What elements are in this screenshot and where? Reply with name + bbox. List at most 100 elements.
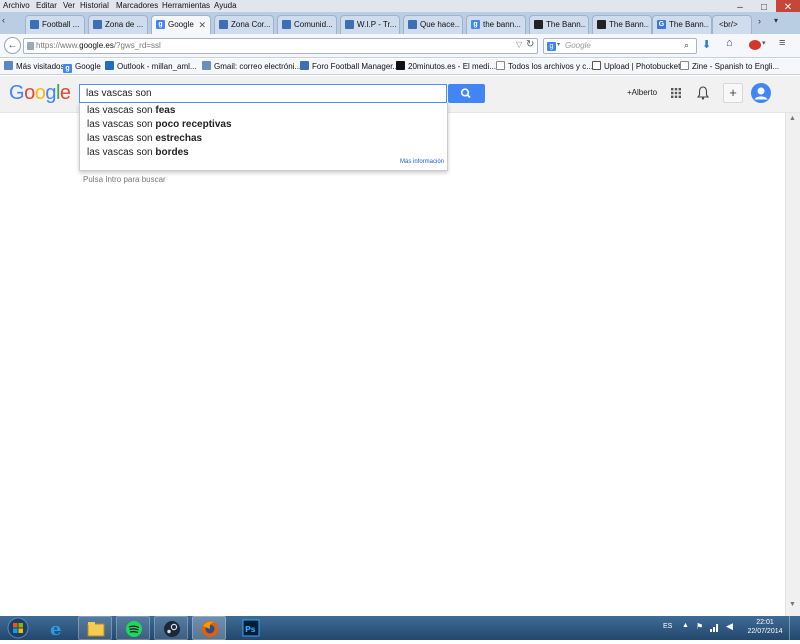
reload-icon[interactable]: ↻ bbox=[526, 39, 534, 50]
share-plus-icon[interactable]: + bbox=[723, 83, 743, 103]
menu-marcadores[interactable]: Marcadores bbox=[116, 0, 158, 12]
suggestion-item[interactable]: las vascas son bordes bbox=[87, 146, 189, 160]
photoshop-icon[interactable]: Ps bbox=[234, 616, 268, 640]
tab-the-bann-3[interactable]: The Bann... bbox=[592, 15, 652, 34]
apps-grid-icon[interactable] bbox=[671, 88, 681, 101]
tab-the-bann-2[interactable]: The Bann... bbox=[529, 15, 589, 34]
bookmark-label: Google bbox=[75, 62, 101, 71]
avatar[interactable] bbox=[751, 83, 771, 103]
search-engine-chevron-down-icon[interactable]: ▾ bbox=[557, 41, 560, 48]
suggestion-item[interactable]: las vascas son poco receptivas bbox=[87, 118, 232, 132]
bookmark-20minutos[interactable]: 20minutos.es - El medi... bbox=[396, 59, 496, 74]
tab-br[interactable]: <br/> bbox=[712, 15, 752, 34]
bookmark-mas-visitados[interactable]: Más visitados bbox=[4, 59, 64, 74]
network-signal-icon[interactable] bbox=[710, 622, 720, 635]
search-placeholder: Google bbox=[565, 41, 591, 50]
google-favicon-icon: g bbox=[156, 20, 165, 29]
internet-explorer-icon[interactable]: e bbox=[40, 616, 74, 640]
notifications-bell-icon[interactable] bbox=[696, 86, 710, 103]
back-arrow-icon[interactable]: ← bbox=[4, 37, 21, 54]
vertical-scrollbar[interactable]: ▲ ▼ bbox=[785, 113, 800, 616]
bookmark-todos-archivos[interactable]: Todos los archivos y c... bbox=[496, 59, 593, 74]
menu-archivo[interactable]: Archivo bbox=[3, 0, 30, 12]
tab-que-hace[interactable]: Que hace... bbox=[403, 15, 463, 34]
bookmarks-bar: Más visitados g Google Outlook - millan_a… bbox=[0, 59, 800, 75]
suggestion-completion: estrechas bbox=[155, 133, 203, 144]
bookmark-folder-icon bbox=[4, 61, 13, 70]
bookmark-gmail[interactable]: Gmail: correo electróni... bbox=[202, 59, 301, 74]
start-button[interactable] bbox=[4, 616, 32, 640]
tab-title: Que hace... bbox=[420, 20, 460, 29]
menu-herramientas[interactable]: Herramientas bbox=[162, 0, 210, 12]
tab-comunidad[interactable]: Comunid... bbox=[277, 15, 337, 34]
steam-icon[interactable] bbox=[154, 616, 188, 640]
bookmark-zine[interactable]: Zine - Spanish to Engli... bbox=[680, 59, 779, 74]
tab-list-chevron-down-icon[interactable]: ▾ bbox=[774, 16, 778, 25]
20minutos-icon bbox=[396, 61, 405, 70]
tab-google[interactable]: g Google ✕ bbox=[151, 15, 211, 35]
tab-title: W.I.P - Tr... bbox=[357, 20, 397, 29]
tab-football[interactable]: Football ... bbox=[25, 15, 85, 34]
tab-zona-cor[interactable]: Zona Cor... bbox=[214, 15, 274, 34]
url-dropdown-chevron-down-icon[interactable]: ▽ bbox=[516, 40, 522, 49]
tab-favicon-icon bbox=[93, 20, 102, 29]
google-favicon-icon: g bbox=[471, 20, 480, 29]
addon-icon[interactable] bbox=[749, 40, 761, 50]
suggestion-completion: bordes bbox=[155, 147, 189, 158]
menu-ver[interactable]: Ver bbox=[63, 0, 75, 12]
show-hidden-icons-chevron-up-icon[interactable]: ▲ bbox=[682, 622, 689, 629]
browser-search-bar[interactable]: g ▾ Google ⌕ bbox=[543, 38, 697, 54]
bookmark-foro-football[interactable]: Foro Football Manager... bbox=[300, 59, 399, 74]
download-icon[interactable]: ⬇ bbox=[702, 38, 711, 51]
tab-close-icon[interactable]: ✕ bbox=[198, 16, 206, 34]
search-icon[interactable]: ⌕ bbox=[684, 40, 689, 51]
user-profile-link[interactable]: +Alberto bbox=[627, 88, 657, 97]
show-desktop-button[interactable] bbox=[789, 616, 800, 640]
google-search-button[interactable] bbox=[448, 84, 485, 103]
tab-favicon-icon bbox=[282, 20, 291, 29]
search-engine-icon[interactable]: g bbox=[547, 42, 556, 51]
action-center-flag-icon[interactable]: ⚑ bbox=[696, 622, 703, 631]
google-logo-letter: o bbox=[24, 82, 35, 104]
menu-ayuda[interactable]: Ayuda bbox=[214, 0, 237, 12]
google-logo[interactable]: Google bbox=[9, 82, 71, 105]
spotify-icon[interactable] bbox=[116, 616, 150, 640]
bookmark-label: Upload | Photobucket bbox=[604, 62, 681, 71]
bookmark-photobucket[interactable]: Upload | Photobucket bbox=[592, 59, 680, 74]
google-search-input[interactable]: las vascas son bbox=[79, 84, 447, 103]
addon-chevron-down-icon[interactable]: ▾ bbox=[762, 39, 766, 47]
tab-title: The Bann... bbox=[609, 20, 649, 29]
home-icon[interactable]: ⌂ bbox=[726, 37, 733, 49]
scroll-up-icon[interactable]: ▲ bbox=[789, 115, 796, 122]
bookmark-label: 20minutos.es - El medi... bbox=[408, 62, 497, 71]
site-identity-icon[interactable] bbox=[27, 42, 34, 50]
suggestion-item[interactable]: las vascas son estrechas bbox=[87, 132, 202, 146]
url-domain: google.es bbox=[79, 41, 114, 50]
svg-text:Ps: Ps bbox=[245, 625, 256, 634]
menu-hamburger-icon[interactable]: ≡ bbox=[779, 37, 785, 49]
tab-the-bann-1[interactable]: g the bann... bbox=[466, 15, 526, 34]
firefox-icon[interactable] bbox=[192, 616, 226, 640]
tab-scroll-right-icon[interactable]: › bbox=[758, 16, 761, 26]
url-bar[interactable]: https://www.google.es/?gws_rd=ssl ▽ ↻ bbox=[23, 38, 538, 54]
tab-the-bann-4[interactable]: G The Bann... bbox=[652, 15, 712, 34]
menu-historial[interactable]: Historial bbox=[80, 0, 109, 12]
language-indicator[interactable]: ES bbox=[663, 623, 672, 630]
scroll-down-icon[interactable]: ▼ bbox=[789, 601, 796, 608]
file-explorer-icon[interactable] bbox=[78, 616, 112, 640]
bookmark-google[interactable]: g Google bbox=[63, 59, 101, 74]
tab-favicon-icon: G bbox=[657, 20, 666, 29]
taskbar-clock[interactable]: 22:01 22/07/2014 bbox=[744, 618, 786, 636]
tab-wip[interactable]: W.I.P - Tr... bbox=[340, 15, 400, 34]
more-info-link[interactable]: Más información bbox=[400, 159, 444, 165]
tab-title: Football ... bbox=[42, 20, 80, 29]
suggestion-item[interactable]: las vascas son feas bbox=[87, 104, 175, 118]
tab-zona-de[interactable]: Zona de ... bbox=[88, 15, 148, 34]
volume-speaker-icon[interactable]: ◀ bbox=[726, 621, 733, 632]
bookmark-label: Todos los archivos y c... bbox=[508, 62, 593, 71]
bookmark-outlook[interactable]: Outlook - millan_aml... bbox=[105, 59, 197, 74]
menu-editar[interactable]: Editar bbox=[36, 0, 57, 12]
search-icon bbox=[460, 88, 471, 99]
tab-scroll-left-icon[interactable]: ‹ bbox=[2, 15, 5, 25]
clock-date: 22/07/2014 bbox=[747, 628, 783, 635]
